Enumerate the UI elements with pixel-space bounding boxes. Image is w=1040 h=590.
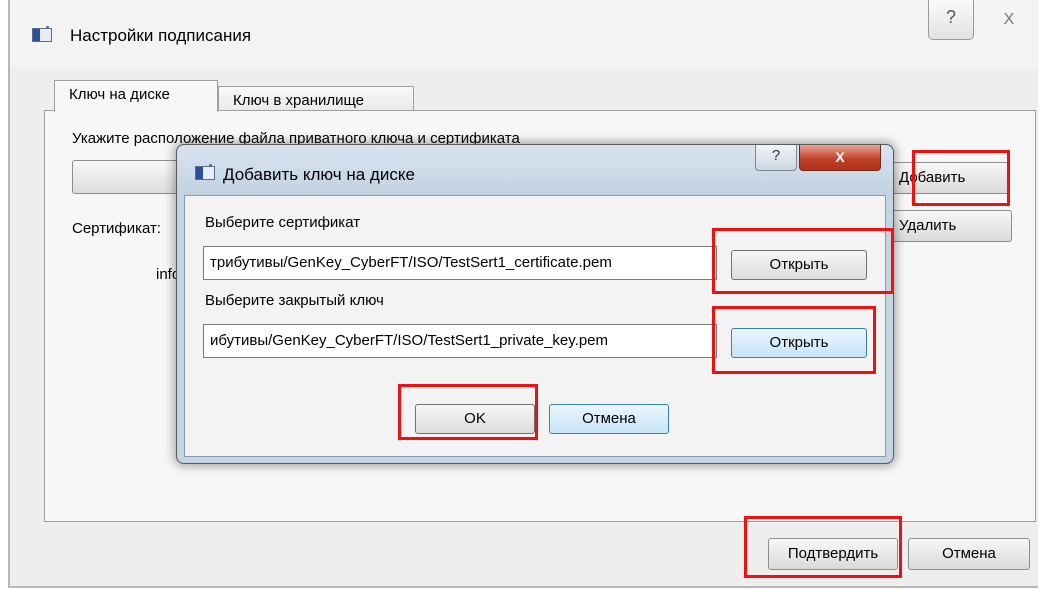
dialog-window-icon: [195, 164, 215, 180]
certificate-path-input[interactable]: трибутивы/GenKey_CyberFT/ISO/TestSert1_c…: [203, 246, 717, 280]
cancel-button[interactable]: Отмена: [908, 538, 1030, 570]
dialog-body: Выберите сертификат трибутивы/GenKey_Cyb…: [184, 195, 886, 457]
dialog-titlebar[interactable]: Добавить ключ на диске ? X: [177, 145, 893, 195]
ok-button[interactable]: OK: [415, 404, 535, 434]
add-key-dialog: Добавить ключ на диске ? X Выберите серт…: [176, 144, 894, 464]
select-private-key-label: Выберите закрытый ключ: [205, 292, 384, 309]
add-key-button[interactable]: Добавить: [878, 162, 1010, 194]
private-key-path-text: ибутивы/GenKey_CyberFT/ISO/TestSert1_pri…: [210, 332, 609, 349]
main-titlebar[interactable]: Настройки подписания ? X: [10, 0, 1038, 68]
main-window-title: Настройки подписания: [70, 26, 252, 45]
footer-bar: Подтвердить Отмена: [10, 520, 1038, 588]
private-key-path-input[interactable]: ибутивы/GenKey_CyberFT/ISO/TestSert1_pri…: [203, 324, 717, 358]
open-private-key-button[interactable]: Открыть: [731, 328, 867, 358]
confirm-button[interactable]: Подтвердить: [768, 538, 898, 570]
help-icon[interactable]: ?: [928, 0, 974, 40]
dialog-title: Добавить ключ на диске: [223, 165, 415, 184]
dialog-help-icon[interactable]: ?: [755, 145, 797, 171]
close-icon[interactable]: X: [980, 0, 1038, 40]
delete-key-button[interactable]: Удалить: [878, 210, 1012, 242]
tab-key-on-disk[interactable]: Ключ на диске: [54, 80, 218, 112]
app-window-icon: [32, 26, 52, 42]
select-certificate-label: Выберите сертификат: [205, 214, 361, 231]
open-certificate-button[interactable]: Открыть: [731, 250, 867, 280]
dialog-cancel-button[interactable]: Отмена: [549, 404, 669, 434]
dialog-close-icon[interactable]: X: [799, 145, 881, 171]
certificate-label: Сертификат:: [72, 220, 162, 237]
certificate-path-text: трибутивы/GenKey_CyberFT/ISO/TestSert1_c…: [210, 254, 612, 271]
